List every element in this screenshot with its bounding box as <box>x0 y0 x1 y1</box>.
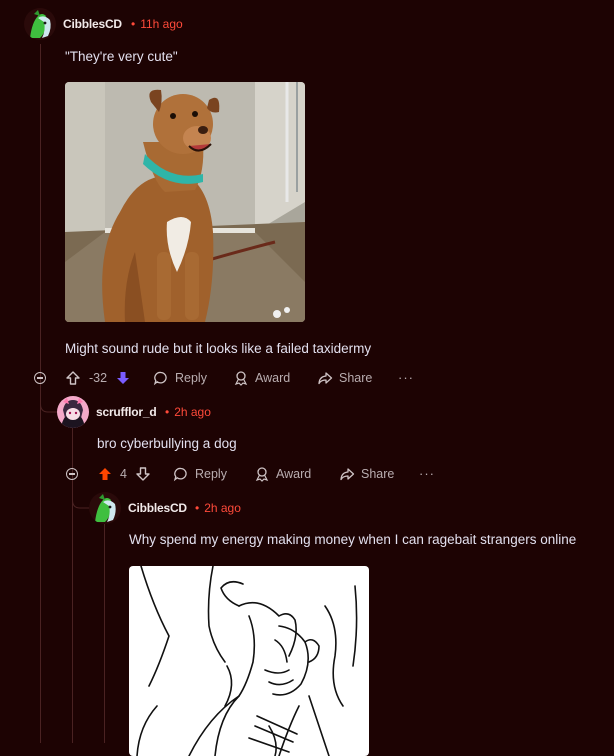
award-icon <box>234 371 248 386</box>
upvote-arrow-icon <box>99 468 111 480</box>
more-options-button[interactable]: ··· <box>419 466 435 481</box>
share-label: Share <box>361 467 395 481</box>
dog-photo[interactable] <box>65 82 305 322</box>
share-button[interactable]: Share <box>339 466 394 482</box>
downvote-button[interactable] <box>115 370 137 386</box>
line-drawing-image[interactable] <box>129 566 369 756</box>
comment-bubble-icon <box>153 371 167 386</box>
collapse-thread-button[interactable] <box>34 372 46 384</box>
more-options-button[interactable]: ··· <box>398 370 414 385</box>
upvote-button[interactable] <box>65 370 87 386</box>
share-arrow-icon <box>318 372 333 385</box>
reply-button[interactable]: Reply <box>153 370 207 386</box>
award-label: Award <box>255 371 291 385</box>
username[interactable]: scrufflor_d <box>96 405 157 419</box>
avatar[interactable] <box>89 492 121 524</box>
reply-label: Reply <box>175 371 207 385</box>
avatar[interactable] <box>57 396 89 428</box>
downvote-arrow-icon <box>117 372 129 384</box>
timestamp: • 11h ago <box>131 17 183 31</box>
comment-text: Might sound rude but it looks like a fai… <box>65 341 372 356</box>
upvote-arrow-icon <box>66 371 80 385</box>
award-button[interactable]: Award <box>233 370 290 386</box>
timestamp: • 2h ago <box>165 405 211 419</box>
share-label: Share <box>339 371 373 385</box>
downvote-arrow-icon <box>136 467 150 481</box>
award-label: Award <box>276 467 312 481</box>
collapse-thread-button[interactable] <box>66 468 78 480</box>
reply-label: Reply <box>195 467 227 481</box>
upvote-button[interactable] <box>97 466 119 482</box>
vote-score: -32 <box>89 371 108 385</box>
avatar[interactable] <box>24 8 56 40</box>
award-icon <box>255 467 269 482</box>
comment-bubble-icon <box>173 467 187 482</box>
reply-button[interactable]: Reply <box>173 466 227 482</box>
comment-text: Why spend my energy making money when I … <box>129 532 577 547</box>
timestamp: • 2h ago <box>195 501 241 515</box>
thread-line-level-3[interactable] <box>104 524 105 743</box>
comment-quote: "They're very cute" <box>65 49 178 64</box>
vote-score: 4 <box>120 467 127 481</box>
username[interactable]: CibblesCD <box>128 501 187 515</box>
award-button[interactable]: Award <box>254 466 311 482</box>
username[interactable]: CibblesCD <box>63 17 122 31</box>
share-arrow-icon <box>340 468 355 481</box>
downvote-button[interactable] <box>135 466 157 482</box>
comment-text: bro cyberbullying a dog <box>97 436 237 451</box>
share-button[interactable]: Share <box>317 370 372 386</box>
